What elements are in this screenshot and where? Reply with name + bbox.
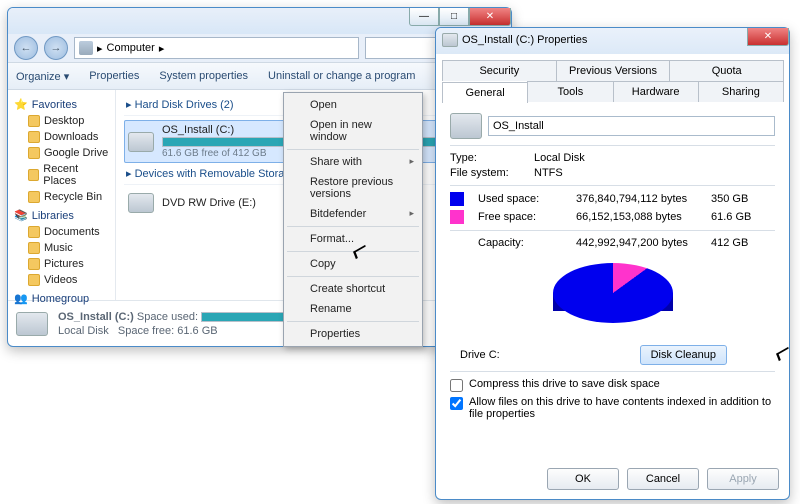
filesystem-value: NTFS <box>534 167 563 179</box>
computer-icon <box>79 41 93 55</box>
context-item-open-in-new-window[interactable]: Open in new window <box>286 115 420 147</box>
free-swatch-icon <box>450 210 464 224</box>
context-item-format-[interactable]: Format... <box>286 229 420 249</box>
sidebar-item-videos[interactable]: Videos <box>14 272 109 288</box>
close-button[interactable]: ✕ <box>747 28 789 46</box>
properties-dialog: OS_Install (C:) Properties ✕ Security Pr… <box>435 27 790 500</box>
sidebar-homegroup-header[interactable]: 👥 Homegroup <box>14 292 109 305</box>
tab-quota[interactable]: Quota <box>669 60 784 81</box>
toolbar-system-properties[interactable]: System properties <box>159 70 248 82</box>
dialog-title: OS_Install (C:) Properties <box>462 34 587 46</box>
drive-icon <box>450 113 482 139</box>
sidebar-libraries-header[interactable]: 📚 Libraries <box>14 209 109 222</box>
capacity-bytes: 442,992,947,200 bytes <box>576 237 703 249</box>
sidebar-favorites-header[interactable]: ⭐ Favorites <box>14 98 109 111</box>
context-item-create-shortcut[interactable]: Create shortcut <box>286 279 420 299</box>
address-bar[interactable]: ▸ Computer ▸ <box>74 37 359 59</box>
tab-hardware[interactable]: Hardware <box>613 81 699 102</box>
index-checkbox[interactable]: Allow files on this drive to have conten… <box>450 396 775 420</box>
context-menu[interactable]: OpenOpen in new window Share withRestore … <box>283 92 423 347</box>
nav-forward-button[interactable]: → <box>44 36 68 60</box>
drive-icon <box>128 132 154 152</box>
context-item-share-with[interactable]: Share with <box>286 152 420 172</box>
type-value: Local Disk <box>534 152 585 164</box>
sidebar-item-recent[interactable]: Recent Places <box>14 161 109 189</box>
capacity-pretty: 412 GB <box>711 237 775 249</box>
tab-tools[interactable]: Tools <box>527 81 613 102</box>
apply-button[interactable]: Apply <box>707 468 779 490</box>
close-button[interactable]: ✕ <box>469 8 511 26</box>
context-item-bitdefender[interactable]: Bitdefender <box>286 204 420 224</box>
context-item-restore-previous-versions[interactable]: Restore previous versions <box>286 172 420 204</box>
details-drive-icon <box>16 312 48 336</box>
used-bytes: 376,840,794,112 bytes <box>576 193 703 205</box>
compress-checkbox[interactable]: Compress this drive to save disk space <box>450 378 775 392</box>
nav-back-button[interactable]: ← <box>14 36 38 60</box>
dvd-icon <box>128 193 154 213</box>
context-item-copy[interactable]: Copy <box>286 254 420 274</box>
sidebar-item-downloads[interactable]: Downloads <box>14 129 109 145</box>
sidebar-item-google-drive[interactable]: Google Drive <box>14 145 109 161</box>
drive-icon <box>442 33 458 47</box>
breadcrumb[interactable]: Computer <box>107 42 155 54</box>
used-swatch-icon <box>450 192 464 206</box>
toolbar-organize[interactable]: Organize ▾ <box>16 70 69 83</box>
context-item-open[interactable]: Open <box>286 95 420 115</box>
toolbar-properties[interactable]: Properties <box>89 70 139 82</box>
used-pretty: 350 GB <box>711 193 775 205</box>
tab-previous-versions[interactable]: Previous Versions <box>556 60 671 81</box>
nav-pane: ⭐ Favorites Desktop Downloads Google Dri… <box>8 90 116 300</box>
tab-general[interactable]: General <box>442 82 528 103</box>
sidebar-item-music[interactable]: Music <box>14 240 109 256</box>
minimize-button[interactable]: — <box>409 8 439 26</box>
volume-label-input[interactable] <box>488 116 775 136</box>
disk-cleanup-button[interactable]: Disk Cleanup <box>640 345 727 365</box>
context-item-rename[interactable]: Rename <box>286 299 420 319</box>
tab-security[interactable]: Security <box>442 60 557 81</box>
free-bytes: 66,152,153,088 bytes <box>576 211 703 223</box>
sidebar-item-recycle[interactable]: Recycle Bin <box>14 189 109 205</box>
sidebar-item-pictures[interactable]: Pictures <box>14 256 109 272</box>
drive-label: Drive C: <box>460 349 500 361</box>
free-pretty: 61.6 GB <box>711 211 775 223</box>
properties-titlebar[interactable]: OS_Install (C:) Properties ✕ <box>436 28 789 54</box>
tab-sharing[interactable]: Sharing <box>698 81 784 102</box>
usage-pie-chart <box>543 257 683 341</box>
sidebar-item-desktop[interactable]: Desktop <box>14 113 109 129</box>
cancel-button[interactable]: Cancel <box>627 468 699 490</box>
ok-button[interactable]: OK <box>547 468 619 490</box>
context-item-properties[interactable]: Properties <box>286 324 420 344</box>
toolbar-uninstall[interactable]: Uninstall or change a program <box>268 70 415 82</box>
maximize-button[interactable]: □ <box>439 8 469 26</box>
sidebar-item-documents[interactable]: Documents <box>14 224 109 240</box>
general-tab-panel: Type:Local Disk File system:NTFS Used sp… <box>436 102 789 428</box>
